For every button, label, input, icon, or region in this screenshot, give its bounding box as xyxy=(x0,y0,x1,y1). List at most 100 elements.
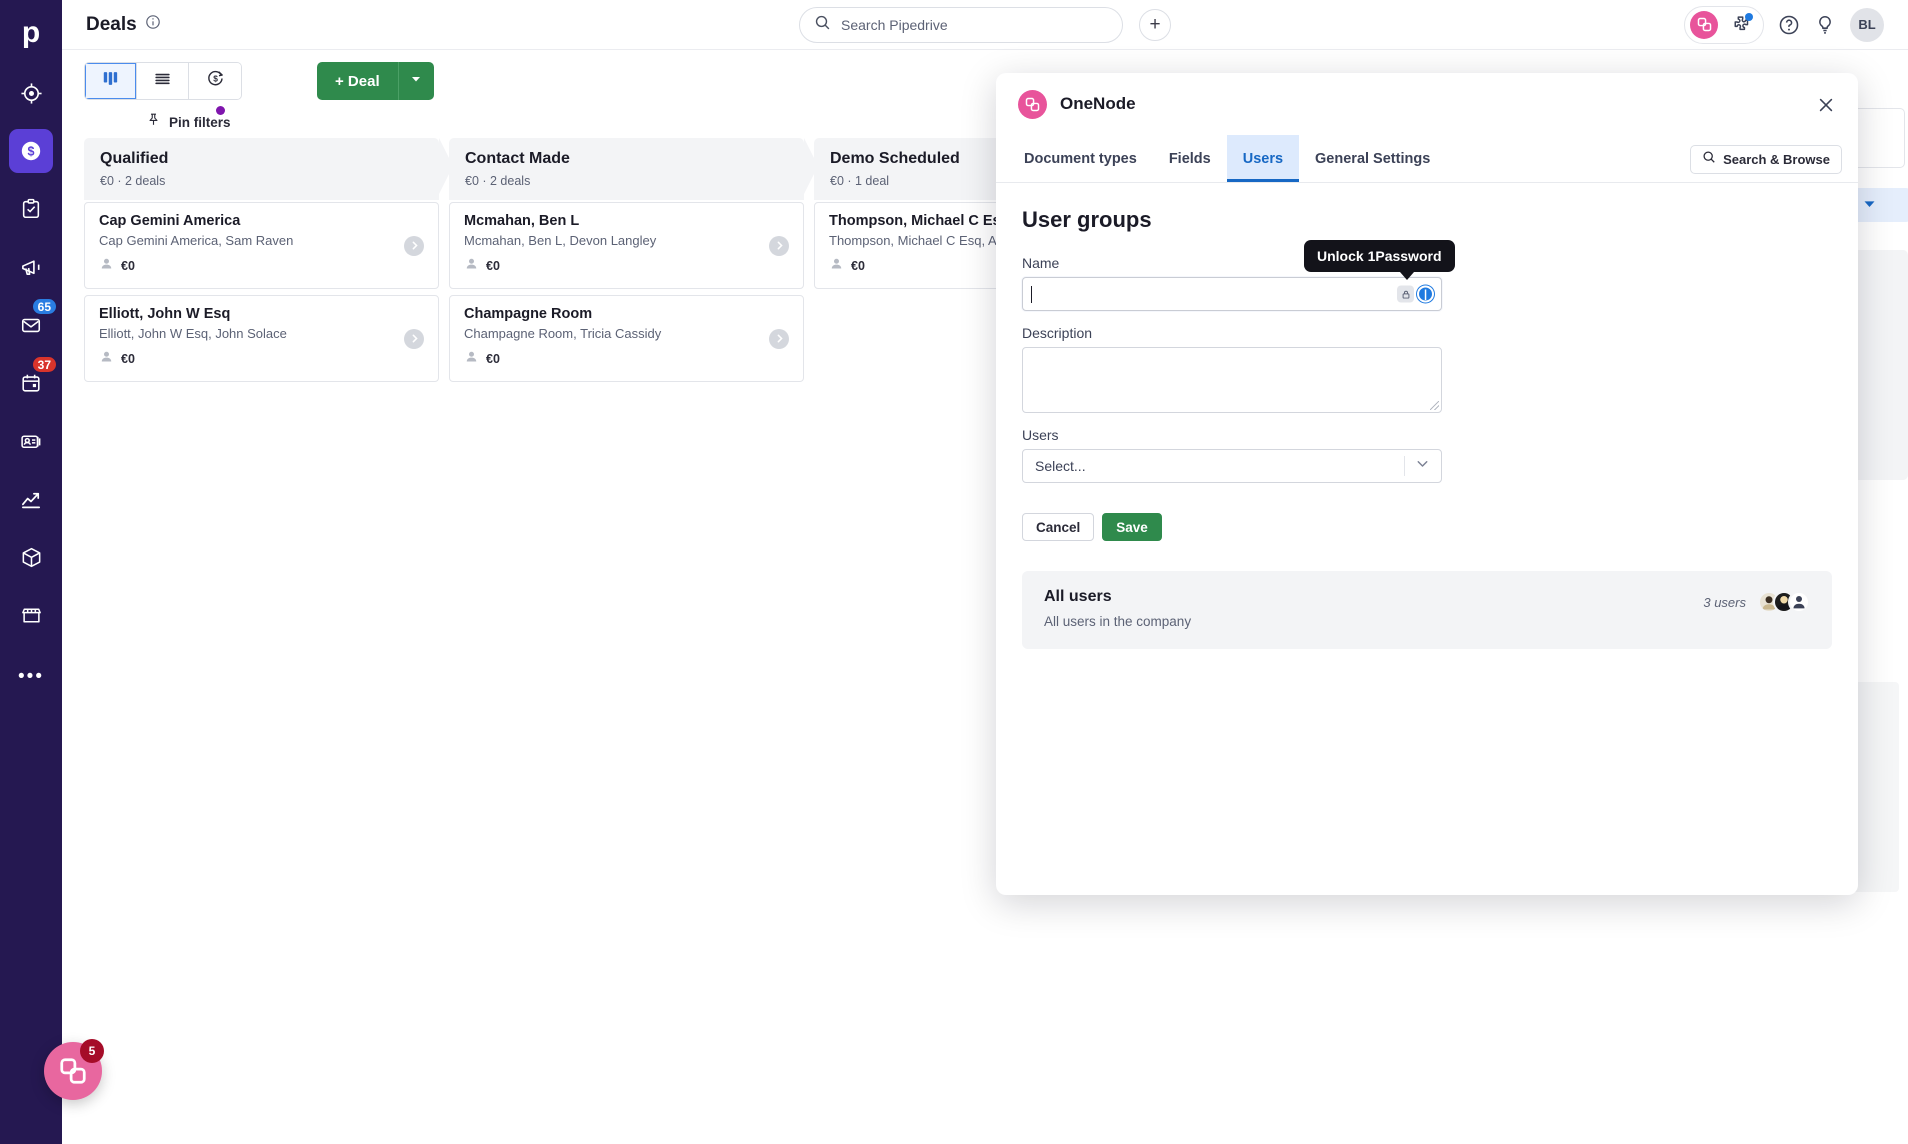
onenode-logo-icon xyxy=(1018,89,1047,119)
add-deal-group: + Deal xyxy=(317,62,434,100)
help-question-icon[interactable] xyxy=(1778,14,1800,36)
column-title: Contact Made xyxy=(465,150,570,167)
sidebar-item-insights[interactable] xyxy=(9,477,53,521)
deal-value: €0 xyxy=(851,259,865,273)
onepassword-badge-icon[interactable]: | xyxy=(1417,285,1434,303)
person-icon xyxy=(99,349,114,369)
deal-meta: €0 xyxy=(99,256,424,276)
svg-text:$: $ xyxy=(213,74,218,84)
deal-open-chevron-icon[interactable] xyxy=(404,328,424,349)
tab-general-settings[interactable]: General Settings xyxy=(1299,135,1446,182)
users-label: Users xyxy=(1022,427,1059,443)
column-header[interactable]: Qualified €0 · 2 deals xyxy=(84,138,453,200)
user-group-row-all-users[interactable]: All users All users in the company 3 use… xyxy=(1022,571,1832,649)
user-group-count: 3 users xyxy=(1703,594,1746,610)
person-icon xyxy=(464,349,479,369)
description-textarea[interactable] xyxy=(1022,347,1442,413)
pin-icon xyxy=(146,112,161,132)
deal-card[interactable]: Cap Gemini America Cap Gemini America, S… xyxy=(84,202,439,289)
kanban-icon xyxy=(101,69,120,93)
tab-fields[interactable]: Fields xyxy=(1153,135,1227,182)
topbar-right-actions: BL xyxy=(1684,5,1884,44)
modal-title: OneNode xyxy=(1060,94,1136,113)
pipeline-view-button[interactable] xyxy=(85,63,137,99)
lightbulb-icon[interactable] xyxy=(1814,14,1836,36)
search-and-browse-label: Search & Browse xyxy=(1723,152,1830,167)
modal-header: OneNode xyxy=(996,73,1858,135)
onenode-chip-icon[interactable] xyxy=(1690,10,1718,39)
column-summary: €0 · 2 deals xyxy=(100,174,166,188)
users-select[interactable]: Select... xyxy=(1022,449,1442,483)
sidebar-item-products[interactable] xyxy=(9,535,53,579)
background-card-fragment xyxy=(1852,250,1908,480)
mail-badge: 65 xyxy=(30,297,58,316)
add-deal-caret-button[interactable] xyxy=(397,62,434,100)
sidebar-item-leads-inbox[interactable] xyxy=(9,71,53,115)
deal-card[interactable]: Mcmahan, Ben L Mcmahan, Ben L, Devon Lan… xyxy=(449,202,804,289)
deal-meta: €0 xyxy=(99,349,424,369)
list-view-button[interactable] xyxy=(137,63,189,99)
megaphone-icon xyxy=(20,256,43,279)
person-icon xyxy=(829,256,844,276)
deal-title: Cap Gemini America xyxy=(99,213,241,229)
unlock-1password-tooltip: Unlock 1Password xyxy=(1304,240,1455,280)
sidebar-item-activities[interactable] xyxy=(9,187,53,231)
field-name: Name | Unlock 1Password xyxy=(1022,240,1832,311)
deal-open-chevron-icon[interactable] xyxy=(769,328,789,349)
search-and-browse-button[interactable]: Search & Browse xyxy=(1690,145,1842,174)
pin-filters-label: Pin filters xyxy=(169,114,231,130)
pipedrive-logo-icon[interactable]: p xyxy=(0,8,62,64)
onenode-modal: OneNode Document types Fields Users Gene… xyxy=(996,73,1858,895)
sidebar-item-marketplace[interactable] xyxy=(9,593,53,637)
sidebar-item-more[interactable]: ••• xyxy=(18,666,44,688)
deal-subtitle: Cap Gemini America, Sam Raven xyxy=(99,233,294,248)
sidebar-item-mail[interactable]: 65 xyxy=(9,297,58,347)
info-circle-icon[interactable] xyxy=(145,14,161,35)
global-search-input[interactable]: Search Pipedrive xyxy=(799,6,1123,43)
board-column-contact-made: Contact Made €0 · 2 deals Mcmahan, Ben L… xyxy=(449,138,818,1144)
add-deal-button[interactable]: + Deal xyxy=(317,62,398,100)
quick-add-button[interactable]: + xyxy=(1139,8,1171,41)
name-input[interactable]: | Unlock 1Password xyxy=(1022,240,1455,311)
save-button[interactable]: Save xyxy=(1102,513,1162,541)
text-caret xyxy=(1031,285,1032,303)
lock-icon[interactable] xyxy=(1397,285,1414,303)
deals-dollar-icon: $ xyxy=(19,139,43,163)
users-select-placeholder: Select... xyxy=(1035,458,1086,474)
user-group-meta: 3 users xyxy=(1703,588,1810,613)
cancel-button[interactable]: Cancel xyxy=(1022,513,1095,541)
column-body: Cap Gemini America Cap Gemini America, S… xyxy=(84,200,439,382)
close-icon[interactable] xyxy=(1814,93,1838,117)
deal-open-chevron-icon[interactable] xyxy=(404,235,424,256)
sidebar-item-calendar[interactable]: 37 xyxy=(9,355,58,405)
field-description: Description xyxy=(1022,325,1832,413)
forecast-view-button[interactable]: $ xyxy=(189,63,241,99)
apps-pill-group xyxy=(1684,5,1764,44)
pin-filters-button[interactable]: Pin filters xyxy=(146,106,231,132)
target-icon xyxy=(20,82,43,105)
deal-title: Elliott, John W Esq xyxy=(99,306,231,322)
deal-value: €0 xyxy=(486,352,500,366)
sidebar-item-contacts[interactable] xyxy=(9,419,53,463)
deal-subtitle: Mcmahan, Ben L, Devon Langley xyxy=(464,233,657,248)
deal-card[interactable]: Elliott, John W Esq Elliott, John W Esq,… xyxy=(84,295,439,382)
left-sidebar: p $ 65 37 ••• xyxy=(0,0,62,1144)
puzzle-extension-icon[interactable] xyxy=(1730,13,1753,35)
sidebar-item-campaigns[interactable] xyxy=(9,245,53,289)
tab-document-types[interactable]: Document types xyxy=(1008,135,1153,182)
user-group-name: All users xyxy=(1044,588,1112,605)
deal-meta: €0 xyxy=(464,349,789,369)
chevron-down-icon[interactable] xyxy=(1414,455,1431,477)
deal-meta: €0 xyxy=(464,256,789,276)
deal-open-chevron-icon[interactable] xyxy=(769,235,789,256)
sidebar-item-deals[interactable]: $ xyxy=(9,129,53,173)
user-group-text: All users All users in the company xyxy=(1044,588,1191,629)
column-body: Mcmahan, Ben L Mcmahan, Ben L, Devon Lan… xyxy=(449,200,804,382)
user-avatar[interactable]: BL xyxy=(1850,7,1884,42)
list-icon xyxy=(153,69,172,93)
onenode-launcher-button[interactable]: 5 xyxy=(44,1039,104,1100)
tab-users[interactable]: Users xyxy=(1226,135,1300,182)
resize-handle[interactable] xyxy=(1430,401,1439,410)
deal-card[interactable]: Champagne Room Champagne Room, Tricia Ca… xyxy=(449,295,804,382)
column-header[interactable]: Contact Made €0 · 2 deals xyxy=(449,138,818,200)
